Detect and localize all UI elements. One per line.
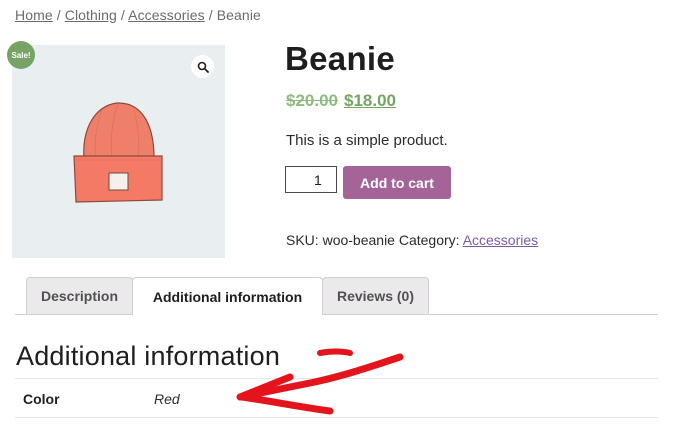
sale-badge: Sale!: [7, 41, 35, 69]
quantity-input[interactable]: [285, 166, 337, 193]
tab-additional-information[interactable]: Additional information: [132, 277, 323, 315]
breadcrumb-separator: /: [56, 7, 61, 23]
tabs-divider: [15, 314, 658, 315]
category-link[interactable]: Accessories: [463, 232, 538, 248]
annotation-arrow: [236, 348, 404, 415]
price: $20.00 $18.00: [286, 91, 396, 111]
magnifier-icon: [197, 61, 209, 73]
breadcrumb: Home / Clothing / Accessories / Beanie: [15, 7, 261, 23]
tab-description[interactable]: Description: [26, 277, 133, 314]
zoom-button[interactable]: [191, 55, 214, 78]
product-title: Beanie: [285, 40, 396, 77]
category-label: Category:: [398, 232, 460, 248]
product-page: Home / Clothing / Accessories / Beanie S…: [0, 0, 680, 431]
breadcrumb-home-link[interactable]: Home: [15, 7, 53, 23]
attribute-value: Red: [154, 391, 180, 407]
breadcrumb-accessories-link[interactable]: Accessories: [128, 7, 205, 23]
attribute-label: Color: [23, 391, 60, 407]
sku-label: SKU:: [286, 232, 319, 248]
product-meta: SKU: woo-beanie Category: Accessories: [286, 232, 538, 248]
sku-value: woo-beanie: [322, 232, 395, 248]
sale-price: $18.00: [344, 91, 396, 110]
beanie-illustration: [73, 102, 163, 203]
add-to-cart-button[interactable]: Add to cart: [343, 166, 451, 199]
breadcrumb-separator: /: [208, 7, 213, 23]
old-price: $20.00: [286, 91, 338, 110]
tab-reviews[interactable]: Reviews (0): [322, 277, 429, 314]
short-description: This is a simple product.: [286, 132, 448, 149]
breadcrumb-current: Beanie: [216, 7, 261, 23]
breadcrumb-separator: /: [120, 7, 125, 23]
breadcrumb-clothing-link[interactable]: Clothing: [65, 7, 117, 23]
